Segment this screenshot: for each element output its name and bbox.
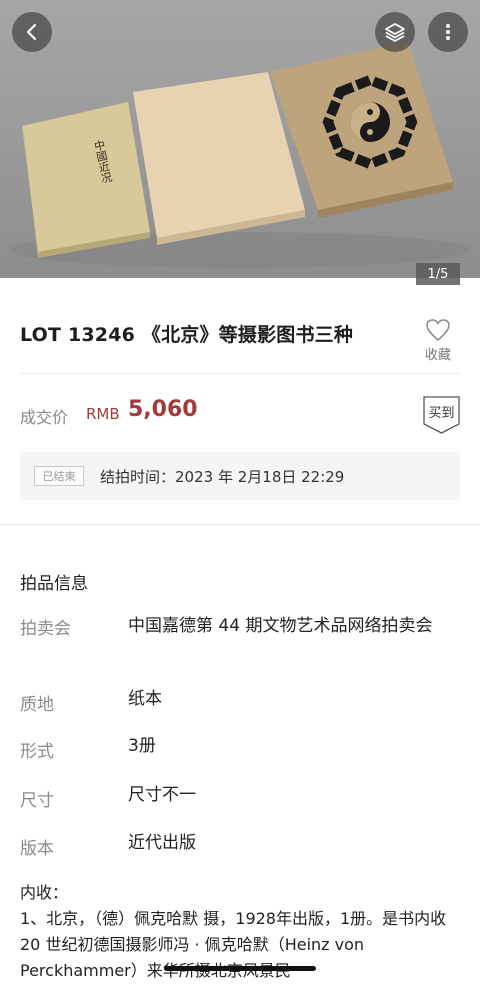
buy-tag-button[interactable]: 买到 (423, 396, 460, 434)
more-vertical-icon (446, 24, 450, 40)
layers-icon (385, 23, 405, 42)
info-value: 纸本 (128, 689, 162, 709)
lot-title: LOT 13246 《北京》等摄影图书三种 (20, 324, 354, 346)
info-value: 近代出版 (128, 833, 196, 853)
heart-outline-icon (426, 319, 450, 341)
end-time-label: 结拍时间： (100, 468, 176, 486)
image-counter: 1/5 (416, 263, 460, 285)
info-key: 质地 (20, 695, 54, 715)
status-badge: 已结束 (34, 466, 84, 486)
end-time-value: 2023 年 2月18日 22:29 (175, 468, 345, 486)
buy-tag-label: 买到 (428, 406, 455, 421)
more-button[interactable] (428, 12, 468, 52)
info-key: 拍卖会 (20, 619, 71, 639)
chevron-left-icon (26, 23, 37, 41)
info-value: 尺寸不一 (128, 785, 196, 805)
lot-image-carousel[interactable]: 中國近况 (0, 0, 480, 278)
back-button[interactable] (12, 12, 52, 52)
description-heading: 内收： (20, 883, 69, 902)
layers-button[interactable] (375, 12, 415, 52)
divider (20, 373, 460, 374)
end-time: 结拍时间：2023 年 2月18日 22:29 (100, 466, 344, 487)
favorite-label: 收藏 (424, 348, 451, 363)
auction-end-bar: 已结束 结拍时间：2023 年 2月18日 22:29 (20, 452, 460, 500)
section-title: 拍品信息 (20, 574, 88, 594)
info-key: 形式 (20, 742, 54, 762)
info-value: 中国嘉德第 44 期文物艺术品网络拍卖会 (128, 616, 433, 636)
info-key: 尺寸 (20, 791, 54, 811)
price-value: 5,060 (128, 397, 198, 422)
section-divider (0, 524, 480, 525)
info-key: 版本 (20, 839, 54, 859)
price-label: 成交价 (20, 408, 69, 427)
info-value: 3册 (128, 736, 156, 756)
favorite-button[interactable]: 收藏 (420, 318, 456, 370)
price-currency: RMB (86, 405, 120, 423)
home-indicator[interactable] (164, 966, 316, 971)
description-body: 1、北京，（德）佩克哈默 摄，1928年出版，1册。是书内收 20 世纪初德国摄… (20, 909, 447, 980)
